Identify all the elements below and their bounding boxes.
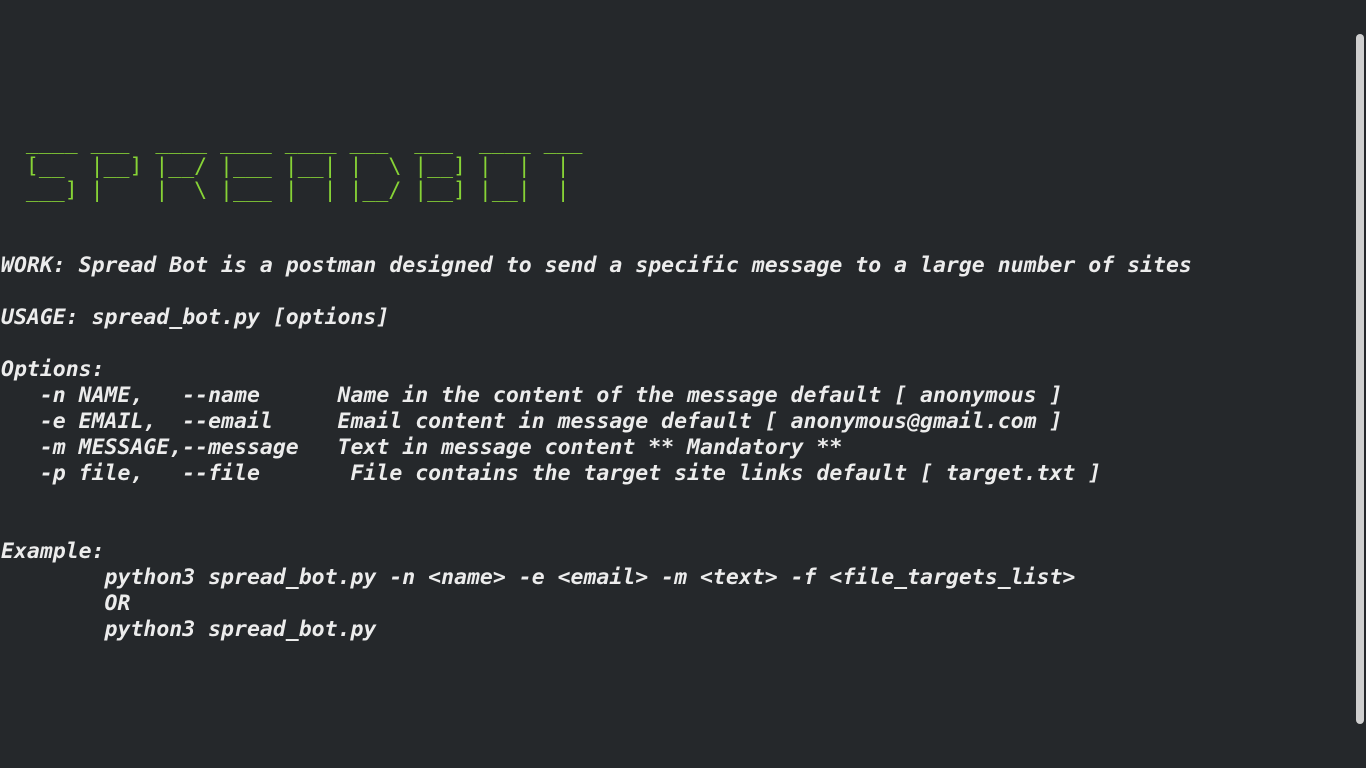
options-heading: Options:: [1, 357, 105, 382]
terminal-window[interactable]: ____ ___ ____ ____ ____ ___ ___ ____ ___…: [0, 0, 1354, 768]
option-email: -e EMAIL, --email Email content in messa…: [1, 409, 1063, 434]
scrollbar-thumb[interactable]: [1356, 34, 1364, 724]
usage-line: USAGE: spread_bot.py [options]: [1, 305, 390, 330]
option-name: -n NAME, --name Name in the content of t…: [1, 383, 1063, 408]
vertical-scrollbar[interactable]: [1354, 0, 1366, 768]
option-file: -p file, --file File contains the target…: [1, 461, 1102, 486]
work-description: WORK: Spread Bot is a postman designed t…: [1, 253, 1192, 278]
example-heading: Example:: [1, 539, 105, 564]
example-command-short: python3 spread_bot.py: [1, 617, 377, 642]
ascii-banner: ____ ___ ____ ____ ____ ___ ___ ____ ___…: [0, 131, 640, 203]
example-command-full: python3 spread_bot.py -n <name> -e <emai…: [1, 565, 1076, 590]
option-message: -m MESSAGE,--message Text in message con…: [1, 435, 843, 460]
example-or: OR: [1, 591, 131, 616]
ascii-banner-art: ____ ___ ____ ____ ____ ___ ___ ____ ___…: [25, 130, 583, 203]
